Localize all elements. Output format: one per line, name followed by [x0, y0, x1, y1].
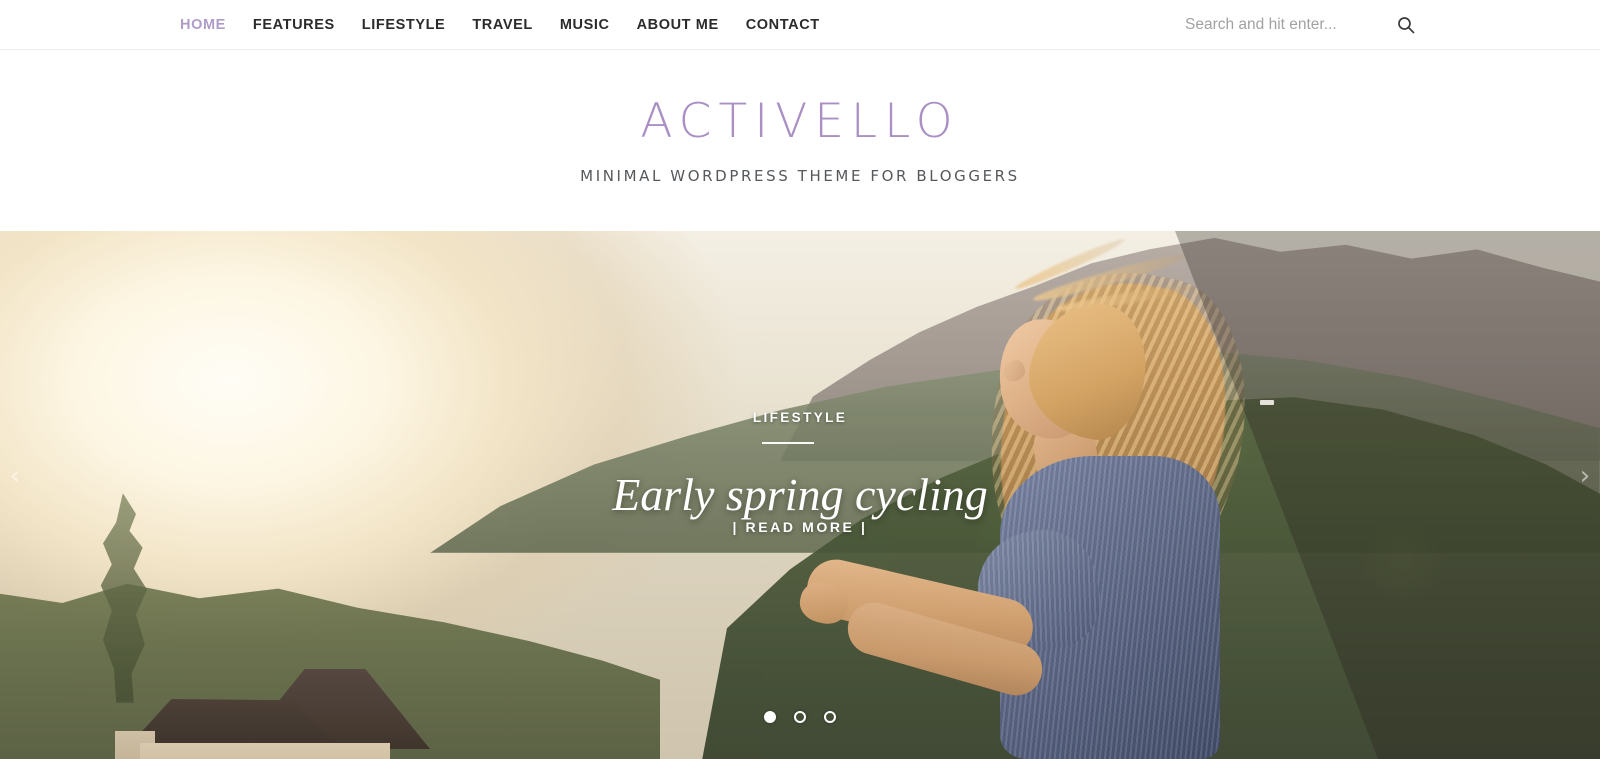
nav-item-features[interactable]: FEATURES: [253, 0, 335, 50]
nav-item-contact[interactable]: CONTACT: [746, 0, 820, 50]
main-menu: HOME FEATURES LIFESTYLE TRAVEL MUSIC ABO…: [180, 0, 847, 50]
nav-item-lifestyle[interactable]: LIFESTYLE: [362, 0, 446, 50]
search-input[interactable]: [1185, 16, 1375, 34]
site-title[interactable]: ACTIVELLO: [640, 98, 959, 145]
chevron-left-icon[interactable]: ‹: [2, 463, 28, 489]
search-icon[interactable]: [1397, 16, 1415, 34]
search-area: [1185, 0, 1415, 50]
cyclist-figure: [0, 231, 1600, 759]
read-more-button[interactable]: | READ MORE |: [0, 519, 1600, 535]
nav-item-travel[interactable]: TRAVEL: [472, 0, 533, 50]
nav-item-home[interactable]: HOME: [180, 0, 226, 50]
chevron-right-icon[interactable]: ›: [1572, 463, 1598, 489]
slider-pagination: [0, 711, 1600, 723]
hero-slider[interactable]: ‹ › LIFESTYLE Early spring cycling | REA…: [0, 231, 1600, 759]
site-tagline: MINIMAL WORDPRESS THEME FOR BLOGGERS: [580, 166, 1020, 185]
nav-item-about-me[interactable]: ABOUT ME: [637, 0, 719, 50]
slider-dot-2[interactable]: [794, 711, 806, 723]
site-branding: ACTIVELLO MINIMAL WORDPRESS THEME FOR BL…: [0, 51, 1600, 231]
slider-dot-3[interactable]: [824, 711, 836, 723]
slide-category[interactable]: LIFESTYLE: [0, 410, 1600, 425]
nav-item-music[interactable]: MUSIC: [560, 0, 610, 50]
primary-navigation-bar: HOME FEATURES LIFESTYLE TRAVEL MUSIC ABO…: [0, 0, 1600, 50]
slider-dot-1[interactable]: [764, 711, 776, 723]
distant-road-marker: [1260, 400, 1274, 405]
